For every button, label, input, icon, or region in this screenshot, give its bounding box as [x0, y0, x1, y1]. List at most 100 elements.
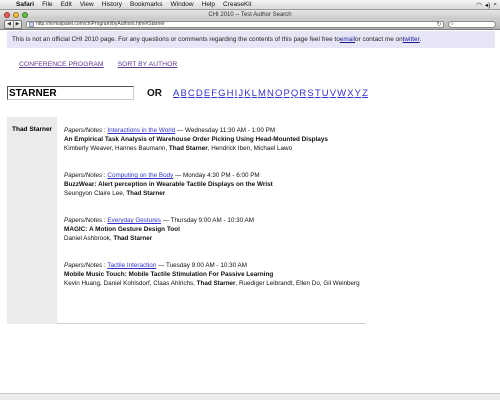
- letter-link-b[interactable]: B: [180, 88, 186, 99]
- menu-bar: Safari File Edit View History Bookmarks …: [0, 0, 500, 10]
- volume-icon[interactable]: ◂): [485, 1, 490, 9]
- notice-text-before: This is not an official CHI 2010 page. F…: [12, 36, 340, 43]
- paper-entry: Papers/Notes : Computing on the Body — M…: [64, 171, 364, 198]
- paper-type: Papers/Notes: [64, 217, 103, 224]
- paper-type: Papers/Notes: [64, 127, 103, 134]
- highlighted-author: Thad Starner: [113, 235, 153, 242]
- or-label: OR: [147, 87, 162, 99]
- conference-program-link[interactable]: CONFERENCE PROGRAM: [19, 61, 104, 68]
- menu-window[interactable]: Window: [167, 1, 198, 8]
- authors-after: , Hendrick Iben, Michael Lawo: [207, 145, 293, 152]
- letter-link-o[interactable]: O: [275, 88, 282, 99]
- paper-entry: Papers/Notes : Tactile Interaction — Tue…: [64, 261, 364, 288]
- highlighted-author: Thad Starner: [126, 190, 166, 197]
- letter-link-x[interactable]: X: [347, 88, 353, 99]
- authors-after: , Ruediger Leibrandt, Ellen Do, Gil Wein…: [235, 280, 360, 287]
- letter-link-d[interactable]: D: [196, 88, 203, 99]
- letter-link-v[interactable]: V: [330, 88, 336, 99]
- session-link[interactable]: Everyday Gestures: [107, 217, 161, 224]
- letter-link-l[interactable]: L: [252, 88, 257, 99]
- author-name: Thad Starner: [12, 126, 53, 133]
- menu-edit[interactable]: Edit: [57, 1, 76, 8]
- session-link[interactable]: Tactile Interaction: [107, 262, 156, 269]
- authors-before: Seungyon Claire Lee,: [64, 190, 127, 197]
- menu-help[interactable]: Help: [198, 1, 219, 8]
- search-field[interactable]: ⌕: [448, 20, 496, 28]
- letter-link-c[interactable]: C: [188, 88, 195, 99]
- address-bar[interactable]: http://nirmalpatel.com/chiProgram/byAuth…: [26, 20, 444, 28]
- window-title: CHI 2010 -- Test Author Search: [208, 11, 292, 18]
- session-link[interactable]: Interactions in the World: [107, 127, 175, 134]
- menu-view[interactable]: View: [76, 1, 98, 8]
- paper-title: BuzzWear: Alert perception in Wearable T…: [64, 181, 273, 188]
- paper-title: An Empirical Task Analysis of Warehouse …: [64, 136, 328, 143]
- paper-time: — Thursday 9:00 AM - 10:30 AM: [162, 217, 254, 224]
- menu-file[interactable]: File: [38, 1, 56, 8]
- letter-link-z[interactable]: Z: [362, 88, 368, 99]
- letter-link-n[interactable]: N: [267, 88, 274, 99]
- session-link[interactable]: Computing on the Body: [107, 172, 173, 179]
- letter-link-t[interactable]: T: [315, 88, 321, 99]
- author-search-input[interactable]: [7, 86, 134, 100]
- page-content: This is not an official CHI 2010 page. F…: [0, 31, 500, 400]
- sort-by-author-link[interactable]: SORT BY AUTHOR: [118, 61, 178, 68]
- wifi-icon[interactable]: ◠: [476, 1, 482, 9]
- author-results: Thad Starner Papers/Notes : Interactions…: [7, 117, 366, 324]
- letter-link-y[interactable]: Y: [355, 88, 361, 99]
- paper-authors: Seungyon Claire Lee, Thad Starner: [64, 189, 364, 198]
- email-link[interactable]: email: [340, 36, 355, 43]
- letter-link-s[interactable]: S: [307, 88, 313, 99]
- back-icon[interactable]: ◀: [5, 21, 13, 28]
- twitter-link[interactable]: twitter: [403, 36, 420, 43]
- authors-before: Daniel Ashbrook,: [64, 235, 114, 242]
- paper-authors: Daniel Ashbrook, Thad Starner: [64, 234, 364, 243]
- letter-link-q[interactable]: Q: [291, 88, 298, 99]
- menu-extras: ◠ ◂) ⌕: [476, 1, 500, 9]
- paper-entry: Papers/Notes : Interactions in the World…: [64, 126, 364, 153]
- letter-link-a[interactable]: A: [173, 88, 179, 99]
- paper-title: Mobile Music Touch: Mobile Tactile Stimu…: [64, 271, 274, 278]
- letter-link-g[interactable]: G: [218, 88, 225, 99]
- paper-type: Papers/Notes: [64, 172, 103, 179]
- paper-time: — Wednesday 11:30 AM - 1:00 PM: [176, 127, 276, 134]
- letter-link-h[interactable]: H: [227, 88, 234, 99]
- browser-toolbar: ◀ ▶ http://nirmalpatel.com/chiProgram/by…: [0, 19, 500, 30]
- author-search-row: OR A B C D E F G H I J K L M N O P Q R S…: [7, 86, 368, 100]
- reload-icon[interactable]: ↻: [435, 21, 443, 28]
- letter-link-u[interactable]: U: [322, 88, 329, 99]
- favicon-icon: [29, 21, 34, 27]
- letter-link-r[interactable]: R: [299, 88, 306, 99]
- notice-text-middle: or contact me on: [355, 36, 403, 43]
- paper-title: MAGIC: A Motion Gesture Design Tool: [64, 226, 180, 233]
- spotlight-icon[interactable]: ⌕: [493, 1, 497, 9]
- paper-time: — Monday 4:30 PM - 6:00 PM: [174, 172, 260, 179]
- authors-before: Kevin Huang, Daniel Kohlsdorf, Claas Ahl…: [64, 280, 197, 287]
- notice-text-after: .: [419, 36, 422, 43]
- letter-link-k[interactable]: K: [244, 88, 250, 99]
- nav-buttons: ◀ ▶: [4, 19, 22, 29]
- page-nav: CONFERENCE PROGRAM SORT BY AUTHOR: [19, 61, 177, 68]
- forward-icon[interactable]: ▶: [13, 20, 21, 28]
- paper-authors: Kimberly Weaver, Hannes Baumann, Thad St…: [64, 144, 364, 153]
- letter-link-i[interactable]: I: [235, 88, 238, 99]
- letter-link-e[interactable]: E: [204, 88, 210, 99]
- letter-link-w[interactable]: W: [337, 88, 346, 99]
- paper-session-line: Papers/Notes : Interactions in the World…: [64, 127, 276, 134]
- search-icon: ⌕: [451, 21, 454, 27]
- menu-bookmarks[interactable]: Bookmarks: [126, 1, 167, 8]
- menu-safari[interactable]: Safari: [12, 1, 38, 8]
- letter-link-m[interactable]: M: [258, 88, 266, 99]
- url-text[interactable]: http://nirmalpatel.com/chiProgram/byAuth…: [36, 21, 435, 27]
- author-name-cell: Thad Starner: [7, 117, 57, 324]
- paper-session-line: Papers/Notes : Tactile Interaction — Tue…: [64, 262, 247, 269]
- paper-session-line: Papers/Notes : Everyday Gestures — Thurs…: [64, 217, 254, 224]
- letter-link-p[interactable]: P: [283, 88, 289, 99]
- paper-session-line: Papers/Notes : Computing on the Body — M…: [64, 172, 260, 179]
- letter-link-f[interactable]: F: [211, 88, 217, 99]
- highlighted-author: Thad Starner: [168, 145, 208, 152]
- window-titlebar: CHI 2010 -- Test Author Search: [0, 10, 500, 19]
- letter-link-j[interactable]: J: [238, 88, 243, 99]
- paper-type: Papers/Notes: [64, 262, 103, 269]
- menu-creasekit[interactable]: CreaseKit: [219, 1, 256, 8]
- menu-history[interactable]: History: [98, 1, 126, 8]
